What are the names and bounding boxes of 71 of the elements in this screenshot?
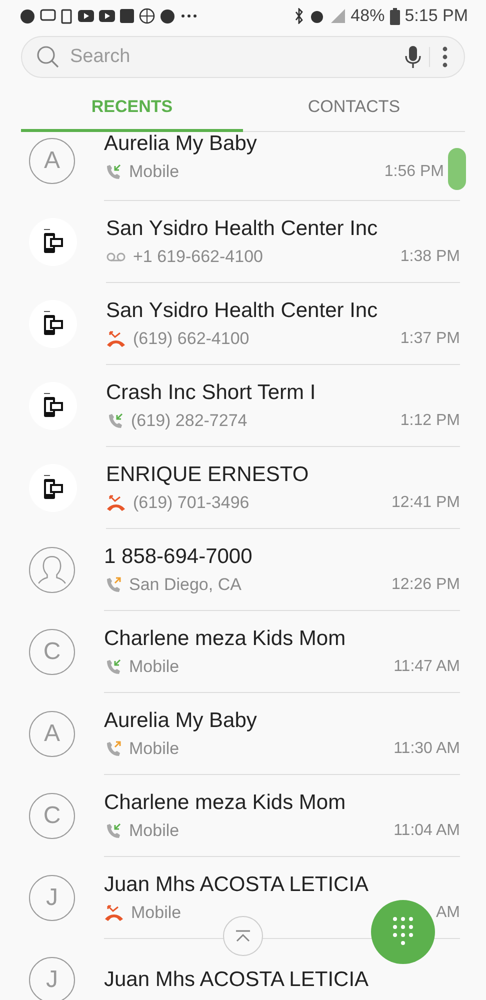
call-time: 11:47 AM xyxy=(394,658,460,676)
call-detail: Mobile xyxy=(129,738,180,758)
call-time: 12:26 PM xyxy=(392,576,460,594)
call-time: 11:30 AM xyxy=(394,740,460,758)
battery-percent: 48% xyxy=(350,6,385,26)
call-time: 1:38 PM xyxy=(400,248,460,266)
call-detail: Mobile xyxy=(129,820,180,840)
contact-avatar: A xyxy=(29,138,75,184)
youtube-icon xyxy=(78,10,94,22)
contact-name[interactable]: ENRIQUE ERNESTO xyxy=(106,462,460,486)
call-detail: (619) 701-3496 xyxy=(133,492,250,512)
globe-icon xyxy=(139,8,155,24)
tablet-icon xyxy=(61,8,73,24)
caller-id-avatar xyxy=(29,218,77,266)
call-detail: Mobile xyxy=(129,656,180,676)
call-detail: San Diego, CA xyxy=(129,574,242,594)
dialpad-icon xyxy=(392,916,414,948)
missed-call-icon xyxy=(106,494,126,512)
scroll-to-top-button[interactable] xyxy=(223,916,263,956)
call-time: 11:04 AM xyxy=(394,822,460,840)
contact-name[interactable]: San Ysidro Health Center Inc xyxy=(106,216,460,240)
more-notifications-icon xyxy=(180,13,198,19)
caret-up-icon xyxy=(234,929,252,943)
contact-name[interactable]: San Ysidro Health Center Inc xyxy=(106,298,460,322)
incoming-call-icon xyxy=(106,412,124,430)
missed-call-icon xyxy=(106,330,126,348)
call-time: 12:41 PM xyxy=(392,494,460,512)
contact-avatar: J xyxy=(29,875,75,921)
call-detail: Mobile xyxy=(129,162,180,182)
call-detail: +1 619-662-4100 xyxy=(133,246,264,266)
contact-name[interactable]: Juan Mhs ACOSTA LETICIA xyxy=(104,968,460,992)
contact-name[interactable]: Charlene meza Kids Mom xyxy=(104,626,460,650)
youtube-icon xyxy=(99,10,115,22)
caller-id-avatar xyxy=(29,382,77,430)
call-time: 1:12 PM xyxy=(400,412,460,430)
call-time: AM xyxy=(436,904,460,922)
person-avatar xyxy=(29,547,75,593)
outgoing-call-icon xyxy=(104,740,122,758)
clock-time: 5:15 PM xyxy=(404,6,468,26)
contact-name[interactable]: Crash Inc Short Term I xyxy=(106,380,460,404)
incoming-call-icon xyxy=(104,163,122,181)
battery-icon xyxy=(390,8,400,24)
caller-id-avatar xyxy=(29,464,77,512)
contact-avatar: C xyxy=(29,793,75,839)
contact-avatar: C xyxy=(29,629,75,675)
outgoing-call-icon xyxy=(104,576,122,594)
contact-name[interactable]: Charlene meza Kids Mom xyxy=(104,790,460,814)
scroll-thumb[interactable] xyxy=(448,148,466,190)
call-time: 1:56 PM xyxy=(384,163,444,181)
contact-name[interactable]: Juan Mhs ACOSTA LETICIA xyxy=(104,872,460,896)
voicemail-icon xyxy=(106,250,126,262)
incoming-call-icon xyxy=(104,822,122,840)
missed-call-icon xyxy=(104,904,124,922)
signal-icon xyxy=(330,8,346,24)
caller-id-avatar xyxy=(29,300,77,348)
incoming-call-icon xyxy=(104,658,122,676)
call-time: 1:37 PM xyxy=(400,330,460,348)
contact-name[interactable]: Aurelia My Baby xyxy=(104,708,460,732)
search-icon xyxy=(36,45,60,69)
call-detail: Mobile xyxy=(131,902,182,922)
search-input[interactable]: Search xyxy=(68,45,397,69)
tab[interactable]: CONTACTS xyxy=(243,85,465,132)
contact-avatar: J xyxy=(29,957,75,1000)
search-field[interactable]: Search xyxy=(21,36,465,78)
call-detail: (619) 282-7274 xyxy=(131,410,248,430)
contact-name[interactable]: 1 858-694-7000 xyxy=(104,544,460,568)
contact-avatar: A xyxy=(29,711,75,757)
contact-name[interactable]: Aurelia My Baby xyxy=(104,132,460,156)
bluetooth-icon xyxy=(294,8,304,24)
microphone-icon[interactable] xyxy=(405,45,421,69)
call-detail: (619) 662-4100 xyxy=(133,328,250,348)
